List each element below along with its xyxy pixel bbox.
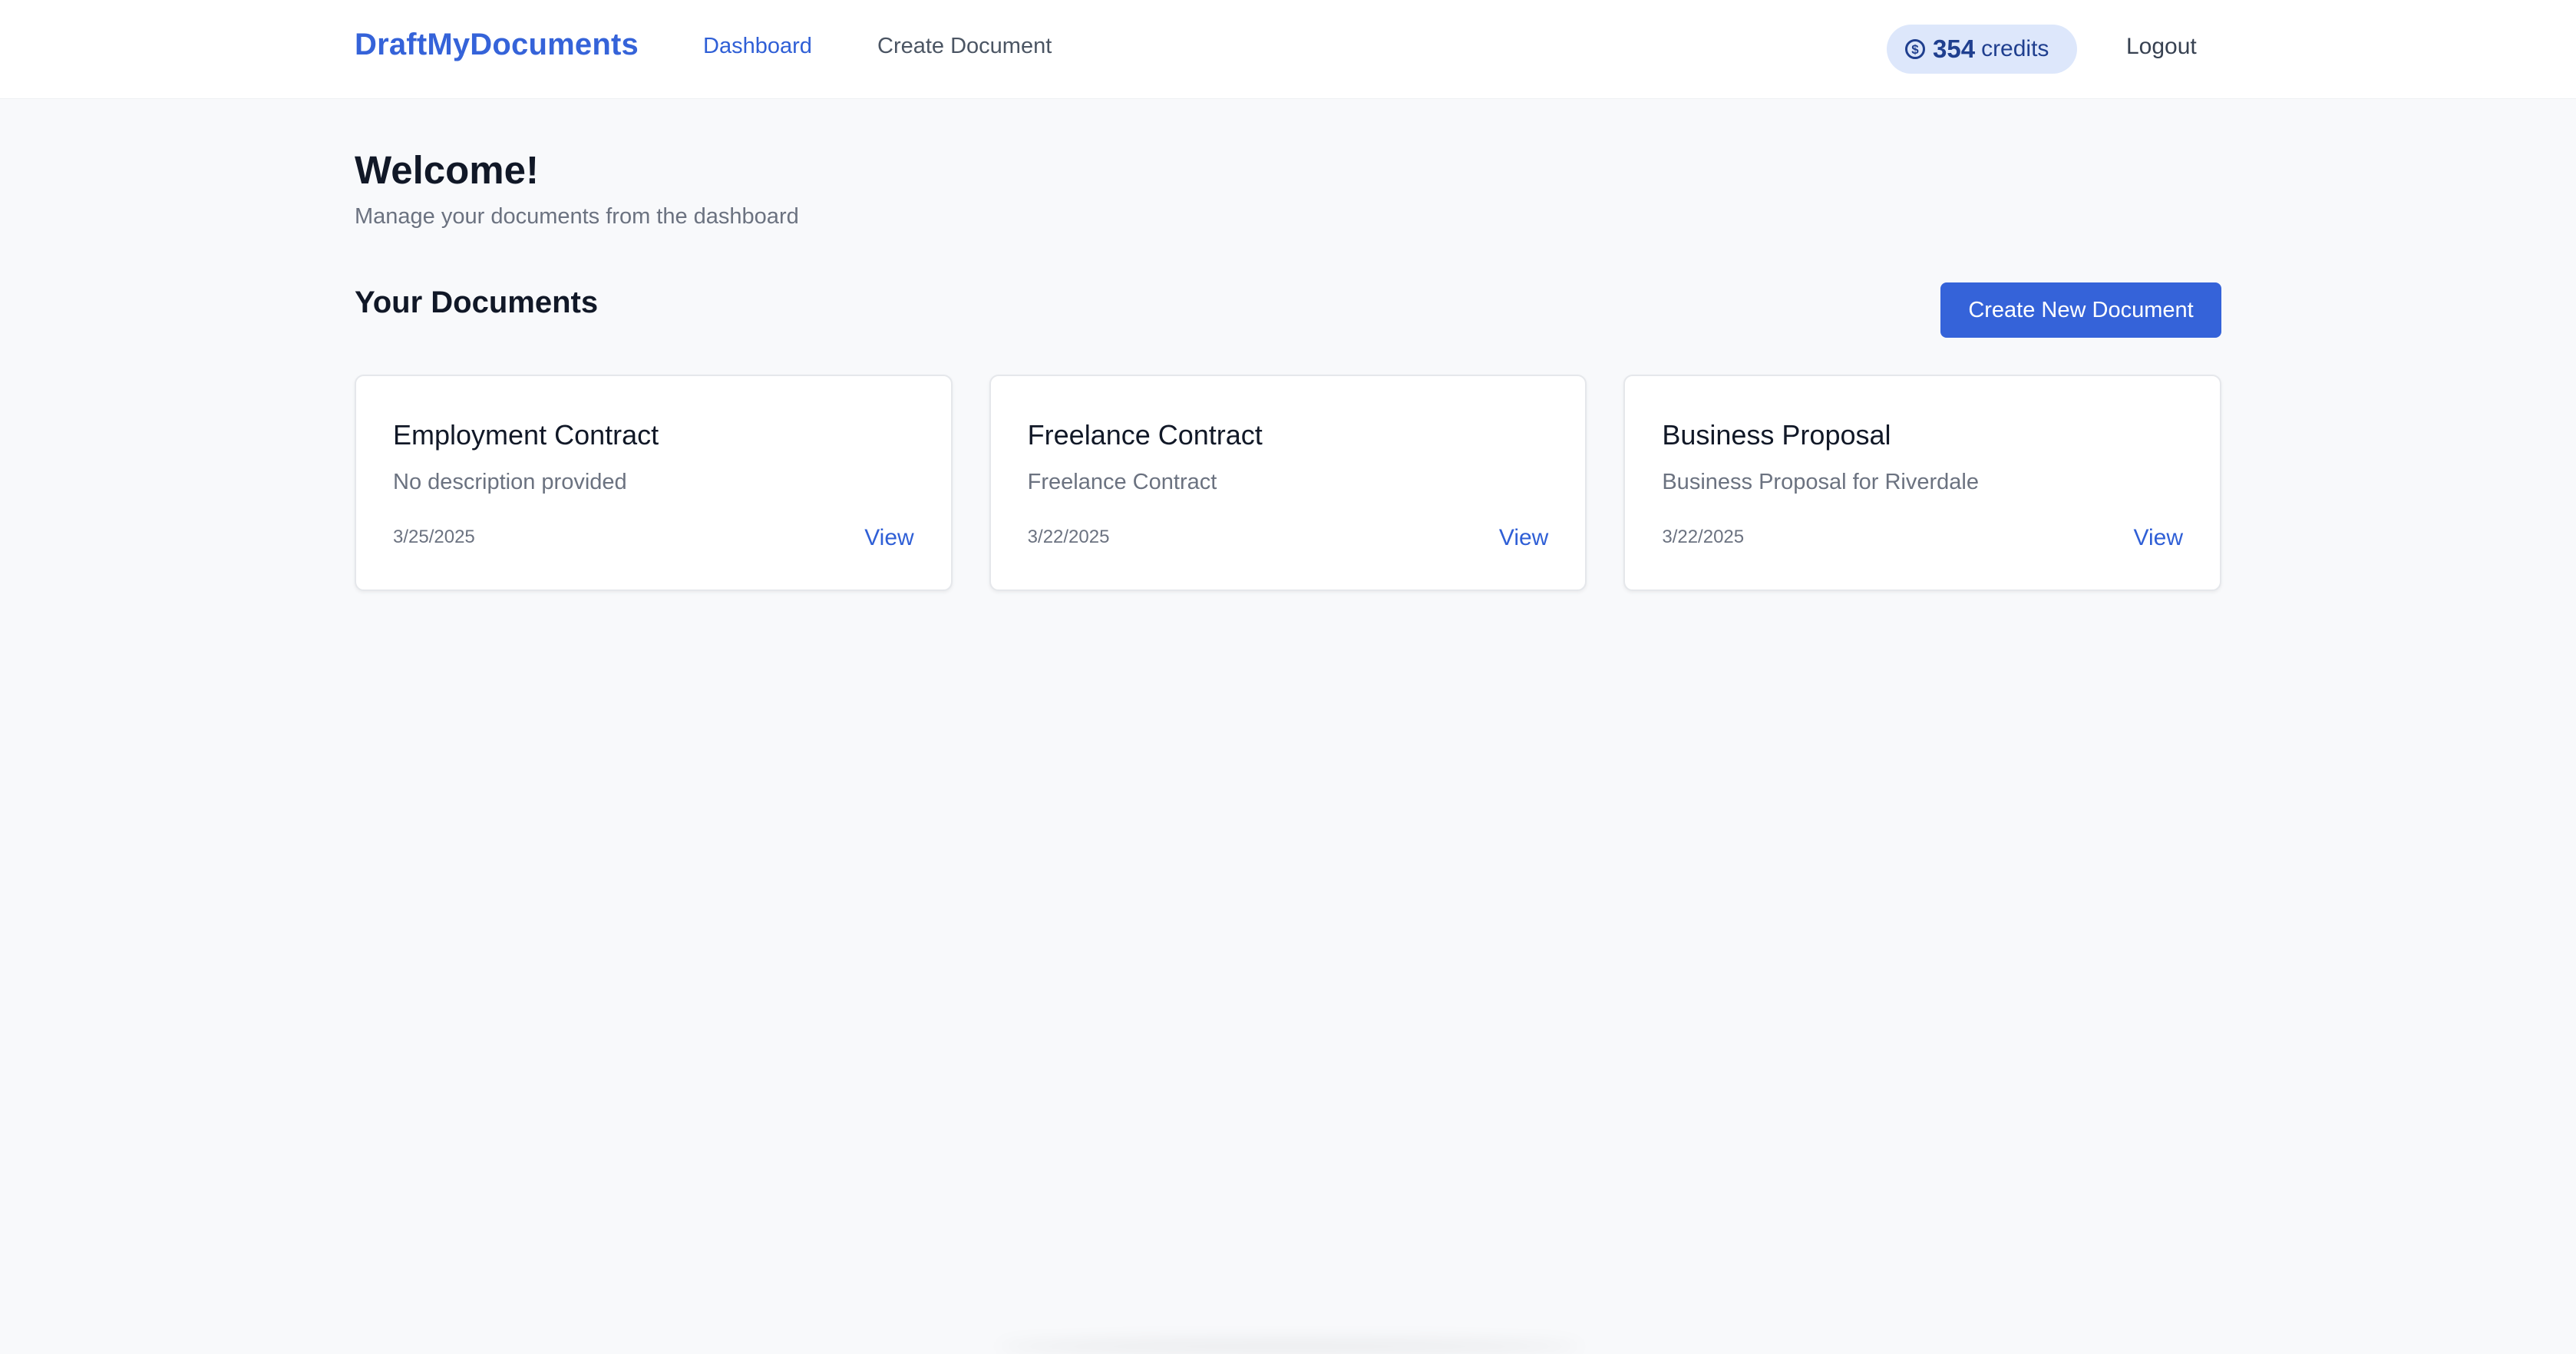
view-document-link[interactable]: View (2134, 525, 2183, 551)
nav-dashboard-link[interactable]: Dashboard (703, 34, 812, 59)
bottom-fade-shadow (998, 1339, 1581, 1354)
document-date: 3/25/2025 (393, 527, 475, 547)
brand-logo[interactable]: DraftMyDocuments (355, 28, 639, 62)
document-title: Freelance Contract (1027, 419, 1263, 451)
document-date: 3/22/2025 (1027, 527, 1110, 547)
credits-label: credits (1981, 36, 2049, 61)
documents-section-title: Your Documents (355, 286, 599, 319)
nav-create-document-link[interactable]: Create Document (877, 34, 1052, 59)
document-card[interactable]: Employment Contract No description provi… (355, 375, 953, 591)
create-new-document-button[interactable]: Create New Document (1940, 282, 2221, 338)
document-description: Business Proposal for Riverdale (1662, 470, 1979, 494)
document-card[interactable]: Business Proposal Business Proposal for … (1623, 375, 2222, 591)
view-document-link[interactable]: View (864, 525, 913, 551)
page-title: Welcome! (355, 148, 539, 192)
page-subtitle: Manage your documents from the dashboard (355, 204, 799, 229)
document-date: 3/22/2025 (1662, 527, 1745, 547)
credits-count: 354 (1933, 35, 1976, 63)
credits-badge: $ 354 credits (1887, 25, 2077, 74)
document-card-grid: Employment Contract No description provi… (355, 375, 2222, 591)
document-description: Freelance Contract (1027, 470, 1217, 494)
coin-dollar-icon: $ (1905, 39, 1925, 59)
top-navbar: DraftMyDocuments Dashboard Create Docume… (0, 0, 2576, 99)
logout-button[interactable]: Logout (2126, 34, 2197, 60)
document-card[interactable]: Freelance Contract Freelance Contract 3/… (989, 375, 1587, 591)
document-title: Employment Contract (393, 419, 659, 451)
document-title: Business Proposal (1662, 419, 1891, 451)
view-document-link[interactable]: View (1499, 525, 1548, 551)
document-description: No description provided (393, 470, 627, 494)
